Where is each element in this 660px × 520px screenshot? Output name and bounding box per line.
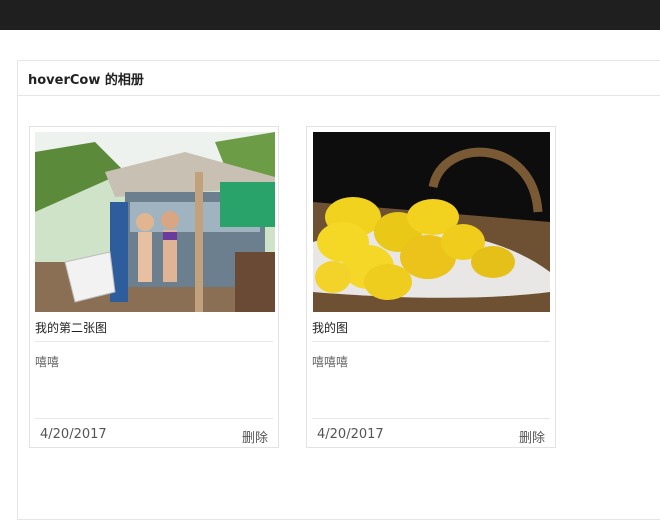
divider [312,341,550,342]
photo-card: 我的图 嘻嘻嘻 4/20/2017 删除 [306,126,556,448]
photo-title: 我的图 [312,321,349,335]
photo-description: 嘻嘻嘻 [312,355,349,369]
photo-date: 4/20/2017 [317,427,384,442]
photo-thumbnail[interactable] [313,132,550,312]
delete-button[interactable]: 删除 [519,427,545,446]
beach-shack-image [35,132,275,312]
photo-card: 我的第二张图 嘻嘻 4/20/2017 删除 [29,126,279,448]
top-navbar [0,0,660,30]
album-title: hoverCow 的相册 [18,61,660,96]
photo-thumbnail[interactable] [35,132,275,312]
lemon-basket-image [313,132,550,312]
delete-button[interactable]: 删除 [242,427,268,446]
photo-date: 4/20/2017 [40,427,107,442]
photo-description: 嘻嘻 [35,355,60,369]
divider [35,418,273,419]
divider [35,341,273,342]
divider [312,418,550,419]
photo-title: 我的第二张图 [35,321,108,335]
